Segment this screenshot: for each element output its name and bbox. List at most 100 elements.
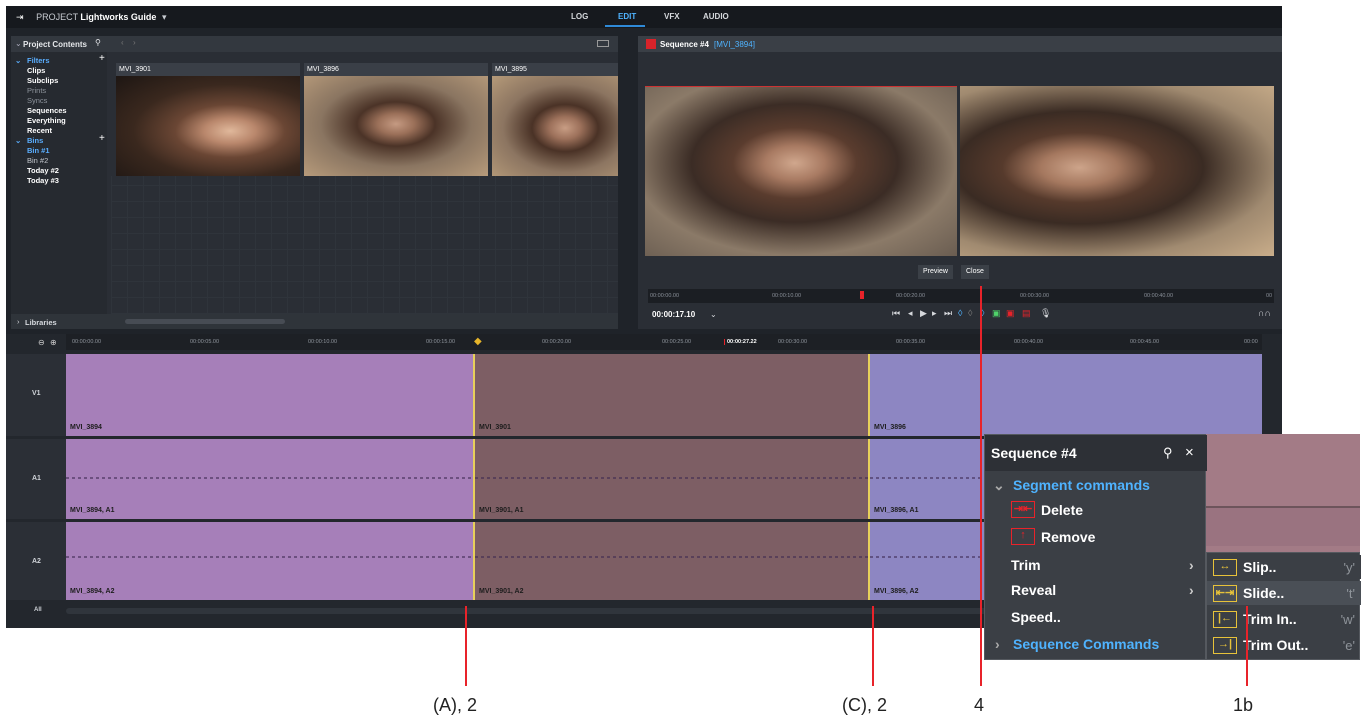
- bin-item-3[interactable]: Today #2: [27, 166, 59, 175]
- menu-item-delete[interactable]: ⇥⇤ Delete: [985, 498, 1207, 522]
- tab-vfx[interactable]: VFX: [664, 12, 680, 21]
- timeline-segment[interactable]: MVI_3894: [66, 354, 473, 436]
- view-mode-icon[interactable]: [597, 40, 609, 47]
- menu-item-trim-out[interactable]: →| Trim Out.. 'e': [1207, 633, 1361, 657]
- import-icon[interactable]: ⇥: [16, 12, 24, 22]
- tab-log[interactable]: LOG: [571, 12, 588, 21]
- forward-icon[interactable]: ›: [133, 38, 136, 47]
- timeline-segment[interactable]: MVI_3894, A1: [66, 439, 473, 519]
- filters-heading[interactable]: Filters: [27, 56, 50, 65]
- preview-button[interactable]: Preview: [918, 265, 953, 279]
- menu-label: Reveal: [1011, 582, 1057, 598]
- ruler-time: 00:00:25.00: [662, 339, 692, 345]
- trim-submenu: ↔ Slip.. 'y' ⇤⇥ Slide.. 't' |← Trim In..…: [1206, 552, 1361, 660]
- search-icon[interactable]: ⚲: [95, 38, 101, 47]
- project-name: Lightworks Guide: [80, 12, 157, 22]
- bin-item-2[interactable]: Bin #2: [27, 156, 48, 165]
- viewer-timecode[interactable]: 00:00:17.10: [652, 310, 695, 319]
- track-label: All: [34, 607, 42, 613]
- ruler-time: 00:00: [1244, 339, 1258, 345]
- filter-prints[interactable]: Prints: [27, 86, 46, 95]
- shortcut-label: 'y': [1343, 560, 1355, 575]
- back-icon[interactable]: ‹: [121, 38, 124, 47]
- timeline-segment[interactable]: MVI_3901: [473, 354, 868, 436]
- viewer-frame-left[interactable]: [645, 86, 957, 256]
- bin-item-1[interactable]: Bin #1: [27, 146, 50, 155]
- track-header-a1[interactable]: A1: [6, 439, 66, 519]
- libraries-label[interactable]: Libraries: [25, 318, 57, 327]
- play-icon[interactable]: ▶: [920, 308, 927, 319]
- segment-label: MVI_3896, A1: [874, 507, 919, 514]
- horizontal-scrollbar[interactable]: [125, 319, 285, 324]
- track-header-v1[interactable]: V1: [6, 354, 66, 436]
- bin-item-4[interactable]: Today #3: [27, 176, 59, 185]
- segment-label: MVI_3901: [479, 424, 511, 431]
- bins-heading[interactable]: Bins: [27, 136, 43, 145]
- ruler-time: 00:00:10.00: [772, 293, 802, 299]
- track-header-a2[interactable]: A2: [6, 522, 66, 600]
- pin-icon[interactable]: ⚲: [1163, 445, 1173, 461]
- timeline-segment[interactable]: MVI_3894, A2: [66, 522, 473, 600]
- tab-edit[interactable]: EDIT: [618, 12, 636, 21]
- clip-thumbnail[interactable]: MVI_3896: [304, 63, 488, 176]
- slip-icon: ↔: [1213, 559, 1237, 576]
- filter-clips[interactable]: Clips: [27, 66, 45, 75]
- audio-waveform: [66, 477, 473, 479]
- playhead-icon[interactable]: ◆: [474, 336, 482, 347]
- chevron-down-icon[interactable]: ⌄: [15, 39, 22, 48]
- step-back-icon[interactable]: ◂: [908, 308, 913, 319]
- filter-syncs[interactable]: Syncs: [27, 96, 47, 105]
- menu-item-slide[interactable]: ⇤⇥ Slide.. 't': [1207, 581, 1361, 605]
- add-marker-icon[interactable]: ▣: [992, 308, 1001, 319]
- bins-toggle[interactable]: ⌄: [15, 136, 21, 145]
- filter-everything[interactable]: Everything: [27, 116, 66, 125]
- playhead-marker[interactable]: [860, 291, 864, 299]
- menu-item-trim-in[interactable]: |← Trim In.. 'w': [1207, 607, 1361, 631]
- mark-in-icon[interactable]: ◊: [958, 308, 962, 318]
- add-filter-icon[interactable]: +: [99, 53, 105, 64]
- delete-icon[interactable]: ▤: [1022, 308, 1031, 319]
- go-to-start-icon[interactable]: ⏮: [892, 308, 900, 319]
- chevron-down-icon[interactable]: ⌄: [710, 310, 717, 319]
- timeline-segment[interactable]: MVI_3901, A1: [473, 439, 868, 519]
- headphones-icon[interactable]: ∩∩: [1258, 308, 1271, 318]
- sequence-commands-heading[interactable]: › Sequence Commands: [985, 632, 1207, 656]
- timeline-ruler[interactable]: 00:00:00.00 00:00:05.00 00:00:10.00 00:0…: [66, 334, 1262, 350]
- add-bin-icon[interactable]: +: [99, 133, 105, 144]
- segment-commands-heading[interactable]: ⌄ Segment commands: [985, 473, 1207, 497]
- project-selector[interactable]: ⇥ PROJECT Lightworks Guide ▾: [16, 12, 166, 23]
- zoom-out-icon[interactable]: ⊖: [38, 338, 45, 347]
- timeline-segment[interactable]: MVI_3896: [868, 354, 1262, 436]
- zoom-in-icon[interactable]: ⊕: [50, 338, 57, 347]
- current-timecode: 00:00:27.22: [724, 339, 757, 345]
- libraries-bar[interactable]: › Libraries: [11, 314, 618, 329]
- track-header-all[interactable]: All: [6, 604, 66, 618]
- clip-thumbnail[interactable]: MVI_3901: [116, 63, 300, 176]
- chevron-down-icon[interactable]: ▾: [162, 12, 167, 22]
- menu-item-reveal[interactable]: Reveal ›: [985, 578, 1207, 602]
- step-forward-icon[interactable]: ▸: [932, 308, 937, 319]
- chevron-right-icon[interactable]: ›: [17, 317, 20, 326]
- clip-thumbnail[interactable]: MVI_3895: [492, 63, 618, 176]
- menu-item-remove[interactable]: ↑ Remove: [985, 525, 1207, 549]
- mark-icon[interactable]: ◊: [968, 308, 972, 318]
- viewer-ruler[interactable]: 00:00:00.00 00:00:10.00 00:00:20.00 00:0…: [648, 289, 1274, 303]
- close-button[interactable]: Close: [961, 265, 989, 279]
- timeline-segment[interactable]: MVI_3901, A2: [473, 522, 868, 600]
- menu-label: Trim Out..: [1243, 637, 1309, 653]
- go-to-end-icon[interactable]: ⏭: [944, 308, 952, 319]
- remove-icon[interactable]: ▣: [1006, 308, 1015, 319]
- menu-item-speed[interactable]: Speed..: [985, 605, 1207, 629]
- ruler-time: 00:00:20.00: [542, 339, 572, 345]
- microphone-icon[interactable]: 🎙: [1040, 308, 1051, 319]
- filter-subclips[interactable]: Subclips: [27, 76, 58, 85]
- filters-toggle[interactable]: ⌄: [15, 56, 21, 65]
- filter-sequences[interactable]: Sequences: [27, 106, 67, 115]
- close-icon[interactable]: ×: [1185, 444, 1194, 461]
- menu-item-slip[interactable]: ↔ Slip.. 'y': [1207, 555, 1361, 579]
- tab-audio[interactable]: AUDIO: [703, 12, 729, 21]
- viewer-frame-right[interactable]: [960, 86, 1274, 256]
- filter-recent[interactable]: Recent: [27, 126, 52, 135]
- menu-item-trim[interactable]: Trim ›: [985, 553, 1207, 577]
- clip-name: MVI_3895: [492, 63, 618, 76]
